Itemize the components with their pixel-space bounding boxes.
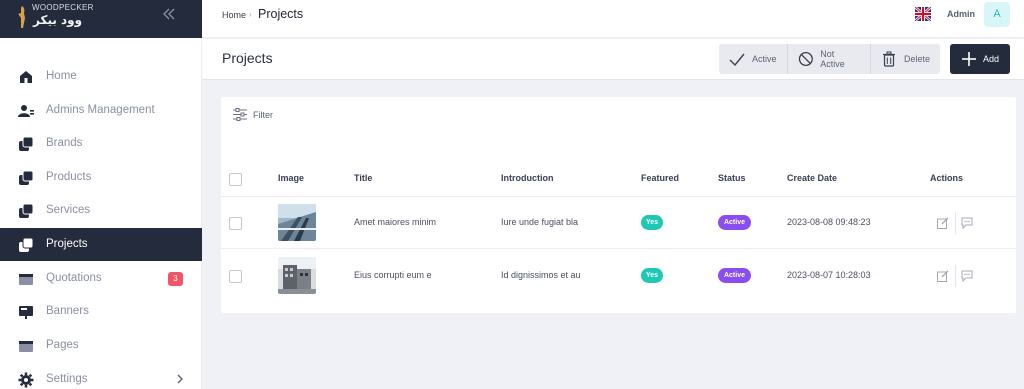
sidebar-item-home[interactable]: Home — [0, 60, 202, 93]
row-divider — [221, 248, 1016, 249]
filter-sliders-icon — [233, 108, 247, 121]
pages-icon — [19, 341, 33, 352]
page-header: Projects Active Not Active Delete Add — [202, 39, 1024, 80]
logo-text-ar: وود بيكر — [33, 13, 83, 27]
sidebar-item-label: Pages — [46, 339, 79, 351]
avatar[interactable]: A — [984, 2, 1010, 27]
row-introduction: Id dignissimos et au — [501, 270, 581, 280]
collapse-sidebar-icon[interactable] — [162, 6, 176, 22]
settings-icon — [18, 372, 34, 388]
bulk-active-button[interactable]: Active — [719, 44, 788, 74]
filter-button[interactable]: Filter — [233, 108, 273, 121]
sidebar-item-products[interactable]: Products — [0, 161, 202, 194]
bulk-delete-label: Delete — [903, 54, 930, 64]
services-icon — [19, 203, 34, 218]
brands-icon — [19, 136, 34, 151]
filter-label: Filter — [253, 109, 273, 120]
sidebar-item-label: Quotations — [46, 272, 102, 284]
bulk-not-active-button[interactable]: Not Active — [788, 44, 871, 74]
row-create-date: 2023-08-08 09:48:23 — [787, 217, 871, 227]
sidebar-item-brands[interactable]: Brands — [0, 127, 202, 160]
home-icon — [20, 71, 32, 83]
column-header-title[interactable]: Title — [354, 173, 372, 183]
sidebar-item-pages[interactable]: Pages — [0, 329, 202, 362]
sidebar-item-services[interactable]: Services — [0, 194, 202, 227]
sidebar-item-label: Services — [46, 204, 91, 216]
sidebar-item-label: Projects — [46, 238, 88, 250]
status-badge: Active — [718, 215, 751, 230]
ban-icon — [798, 51, 813, 67]
page-title: Projects — [222, 50, 273, 66]
header-divider — [221, 196, 1016, 197]
breadcrumb-separator: › — [249, 10, 252, 19]
project-image — [278, 204, 316, 241]
column-header-status[interactable]: Status — [718, 173, 746, 183]
add-project-label: Add — [983, 54, 1000, 64]
bulk-active-label: Active — [752, 54, 777, 64]
sidebar: WOODPECKER وود بيكر Home Admins Manageme… — [0, 0, 202, 389]
select-all-checkbox[interactable] — [229, 173, 242, 186]
row-checkbox[interactable] — [229, 217, 242, 230]
logo-text-en: WOODPECKER — [32, 3, 94, 12]
sidebar-item-admins-management[interactable]: Admins Management — [0, 94, 202, 127]
edit-icon[interactable] — [937, 217, 949, 229]
bulk-delete-button[interactable]: Delete — [871, 44, 940, 74]
featured-badge: Yes — [641, 268, 663, 283]
trash-icon — [882, 51, 895, 67]
project-thumbnail[interactable] — [278, 257, 316, 294]
sidebar-item-settings[interactable]: Settings — [0, 363, 202, 389]
sidebar-item-label: Settings — [46, 373, 88, 385]
check-icon — [729, 53, 745, 67]
sidebar-item-label: Products — [46, 171, 92, 183]
topbar: Home › Projects Admin A — [202, 0, 1024, 38]
chevron-right-icon — [177, 374, 183, 384]
bulk-not-active-label: Not Active — [820, 49, 845, 69]
sidebar-item-banners[interactable]: Banners — [0, 295, 202, 328]
products-icon — [19, 170, 34, 185]
uk-flag-icon[interactable] — [915, 7, 931, 21]
column-header-featured[interactable]: Featured — [641, 173, 679, 183]
projects-table-card: Filter Image Title Introduction Featured… — [221, 97, 1016, 313]
comment-icon[interactable] — [961, 270, 973, 282]
sidebar-item-label: Admins Management — [46, 104, 155, 116]
column-header-create-date[interactable]: Create Date — [787, 173, 837, 183]
status-badge: Active — [718, 268, 751, 283]
plus-icon — [962, 52, 976, 66]
sidebar-item-label: Banners — [46, 305, 89, 317]
row-title: Eius corrupti eum e — [354, 270, 432, 280]
sidebar-item-label: Brands — [46, 137, 83, 149]
breadcrumb-home[interactable]: Home — [222, 10, 246, 20]
project-image — [278, 257, 316, 294]
quotations-count-badge: 3 — [168, 272, 183, 286]
add-project-button[interactable]: Add — [950, 44, 1010, 74]
sidebar-item-label: Home — [46, 70, 77, 82]
column-header-introduction[interactable]: Introduction — [501, 173, 554, 183]
projects-icon — [19, 237, 34, 252]
row-checkbox[interactable] — [229, 270, 242, 283]
actions-divider — [955, 212, 956, 234]
admins-icon — [18, 105, 34, 117]
woodpecker-logo-icon — [18, 6, 25, 28]
logo-bar: WOODPECKER وود بيكر — [0, 0, 202, 38]
row-title: Amet maiores minim — [354, 217, 437, 227]
breadcrumb-current: Projects — [258, 7, 304, 21]
project-thumbnail[interactable] — [278, 204, 316, 241]
comment-icon[interactable] — [961, 217, 973, 229]
row-create-date: 2023-08-07 10:28:03 — [787, 270, 871, 280]
banners-icon — [19, 306, 33, 319]
user-name[interactable]: Admin — [947, 9, 975, 19]
actions-divider — [955, 265, 956, 287]
row-introduction: Iure unde fugiat bla — [501, 217, 579, 227]
featured-badge: Yes — [641, 215, 663, 230]
column-header-image[interactable]: Image — [278, 173, 304, 183]
column-header-actions: Actions — [930, 173, 964, 183]
sidebar-item-quotations[interactable]: Quotations 3 — [0, 262, 202, 295]
sidebar-item-projects[interactable]: Projects — [0, 228, 202, 261]
quotations-icon — [19, 274, 33, 285]
edit-icon[interactable] — [937, 270, 949, 282]
bulk-actions-group: Active Not Active Delete — [719, 44, 940, 74]
